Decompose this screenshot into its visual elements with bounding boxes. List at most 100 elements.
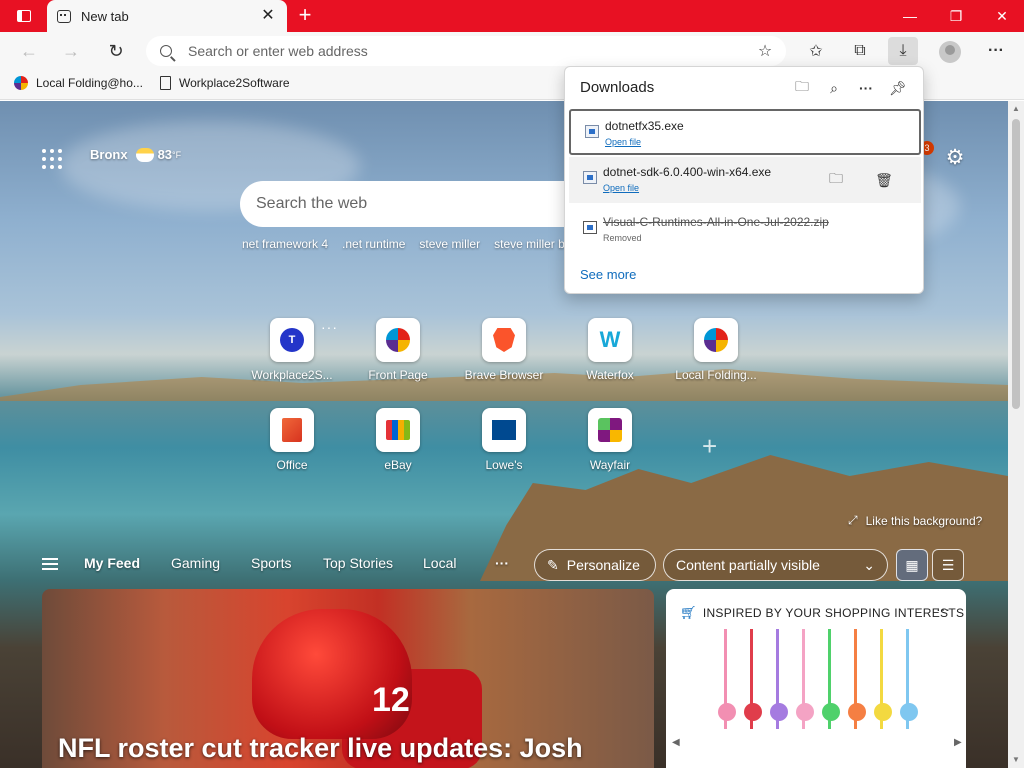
close-window-button[interactable]: ✕ (978, 0, 1024, 32)
trending-item[interactable]: steve miller (419, 237, 480, 251)
news-card[interactable]: 12 NFL roster cut tracker live updates: … (42, 589, 654, 768)
show-in-folder-icon[interactable]: 🗀︎ (825, 169, 847, 191)
quick-link-front-page[interactable]: Front Page (350, 318, 446, 382)
feed-tab-sports[interactable]: Sports (251, 555, 291, 571)
quick-link-wayfair[interactable]: Wayfair (562, 408, 658, 472)
quick-link-ebay[interactable]: eBay (350, 408, 446, 472)
app-launcher-icon[interactable] (42, 149, 62, 169)
grid-view-button[interactable]: ▦ (896, 549, 928, 581)
flower-charm (796, 703, 814, 721)
download-icon[interactable]: ⤓ (888, 37, 918, 65)
shopping-more-icon[interactable]: ··· (936, 601, 950, 617)
feed-tab-gaming[interactable]: Gaming (171, 555, 220, 571)
feed-menu-icon[interactable] (42, 558, 58, 570)
feed-more-icon[interactable]: ··· (495, 555, 509, 571)
chevron-down-icon: ⌄ (863, 556, 875, 573)
feed-tab-top-stories[interactable]: Top Stories (323, 555, 393, 571)
new-tab-button[interactable]: + (293, 4, 317, 28)
weather-temp: 83 (157, 147, 173, 162)
minimize-button[interactable]: — (886, 0, 934, 32)
flower-charm (848, 703, 866, 721)
scrollbar-thumb[interactable] (1012, 119, 1020, 409)
exe-file-icon (583, 171, 597, 184)
web-search-input[interactable]: Search the web (240, 181, 570, 227)
folding-home-icon (386, 328, 410, 352)
download-item[interactable]: dotnetfx35.exe Open file (569, 109, 921, 155)
favorite-local-folding[interactable]: Local Folding@ho... (14, 76, 143, 90)
quick-link-more-icon[interactable]: ··· (321, 319, 338, 335)
download-item[interactable]: dotnet-sdk-6.0.400-win-x64.exe Open file… (569, 157, 921, 203)
favorites-icon[interactable]: ✩ (801, 37, 831, 65)
address-bar[interactable]: Search or enter web address (146, 36, 786, 66)
refresh-button[interactable]: ↻ (101, 37, 131, 65)
download-item[interactable]: Visual-C-Runtimes-All-in-One-Jul-2022.zi… (569, 207, 921, 253)
download-filename: Visual-C-Runtimes-All-in-One-Jul-2022.zi… (603, 215, 829, 229)
quick-link-lowes[interactable]: Lowe's (456, 408, 552, 472)
like-background-label: Like this background? (865, 513, 983, 528)
carousel-next-icon[interactable]: ▶ (954, 737, 962, 748)
quick-link-local-folding[interactable]: Local Folding... (668, 318, 764, 382)
flower-charm (770, 703, 788, 721)
downloads-title: Downloads (580, 79, 655, 96)
personalize-button[interactable]: ✎ Personalize (534, 549, 656, 581)
flower-charm (718, 703, 736, 721)
downloads-more-icon[interactable]: ··· (855, 77, 877, 99)
gear-icon[interactable]: ⚙ (944, 147, 966, 169)
quick-link-label: Wayfair (589, 458, 631, 472)
forward-button[interactable]: → (56, 37, 86, 65)
personalize-label: Personalize (566, 557, 640, 573)
back-button[interactable]: ← (14, 37, 44, 65)
search-downloads-icon[interactable]: ⌕ (823, 77, 845, 99)
see-more-link[interactable]: See more (580, 267, 636, 282)
quick-link-waterfox[interactable]: W Waterfox (562, 318, 658, 382)
content-visibility-value: Content partially visible (676, 557, 820, 573)
quick-link-office[interactable]: Office (244, 408, 340, 472)
brave-lion-icon (493, 328, 515, 352)
open-file-link[interactable]: Open file (603, 183, 639, 193)
carousel-prev-icon[interactable]: ◀ (672, 737, 680, 748)
flower-charm (900, 703, 918, 721)
content-visibility-dropdown[interactable]: Content partially visible ⌄ (663, 549, 888, 581)
add-favorite-icon[interactable]: ☆ (750, 37, 780, 65)
quick-link-brave[interactable]: Brave Browser (456, 318, 552, 382)
shopping-bag-icon (386, 420, 410, 440)
add-site-icon[interactable]: + (702, 431, 717, 462)
trending-item[interactable]: net framework 4 (242, 237, 328, 251)
list-icon: ☰ (941, 556, 955, 573)
grid-icon: ▦ (905, 556, 919, 573)
trending-item[interactable]: .net runtime (342, 237, 405, 251)
title-bar: New tab ✕ + — ❐ ✕ (0, 0, 1024, 32)
scroll-up-icon[interactable]: ▲ (1011, 104, 1021, 114)
quick-link-label: Waterfox (586, 368, 634, 382)
tab-new-tab[interactable]: New tab ✕ (47, 0, 287, 32)
trending-item[interactable]: steve miller b (494, 237, 565, 251)
trending-searches: net framework 4 .net runtime steve mille… (242, 237, 572, 251)
more-menu-icon[interactable]: ··· (981, 37, 1011, 65)
quick-link-label: Lowe's (485, 458, 523, 472)
favorite-workplace2software[interactable]: Workplace2Software (160, 76, 290, 90)
scroll-down-icon[interactable]: ▼ (1011, 755, 1021, 765)
close-tab-icon[interactable]: ✕ (259, 8, 277, 24)
web-search-placeholder: Search the web (256, 195, 368, 212)
delete-icon[interactable]: 🗑︎ (873, 169, 895, 191)
open-file-link[interactable]: Open file (605, 137, 641, 147)
collections-icon[interactable]: ⧉ (845, 37, 875, 65)
open-downloads-folder-icon[interactable]: 🗀︎ (791, 77, 813, 99)
feed-tab-local[interactable]: Local (423, 555, 456, 571)
like-background-link[interactable]: ⤢ Like this background? (848, 513, 982, 528)
tab-actions-icon[interactable] (8, 5, 40, 27)
weather-widget[interactable]: Bronx 83 °F (90, 147, 181, 162)
feed-navigation: My Feed Gaming Sports Top Stories Local … (0, 541, 1008, 587)
shopping-cart-icon: 🛒︎ (680, 605, 697, 620)
address-placeholder: Search or enter web address (188, 43, 368, 59)
folding-home-icon (704, 328, 728, 352)
page-scrollbar[interactable]: ▲ ▼ (1008, 101, 1024, 768)
feed-tab-my-feed[interactable]: My Feed (84, 555, 140, 571)
list-view-button[interactable]: ☰ (932, 549, 964, 581)
profile-avatar[interactable] (939, 41, 961, 63)
restore-button[interactable]: ❐ (932, 0, 980, 32)
page-icon (160, 76, 171, 90)
shopping-card[interactable]: 🛒︎ INSPIRED BY YOUR SHOPPING INTERESTS ·… (666, 589, 966, 768)
jersey-number: 12 (372, 681, 410, 719)
pin-icon[interactable]: 📌︎ (887, 77, 909, 99)
